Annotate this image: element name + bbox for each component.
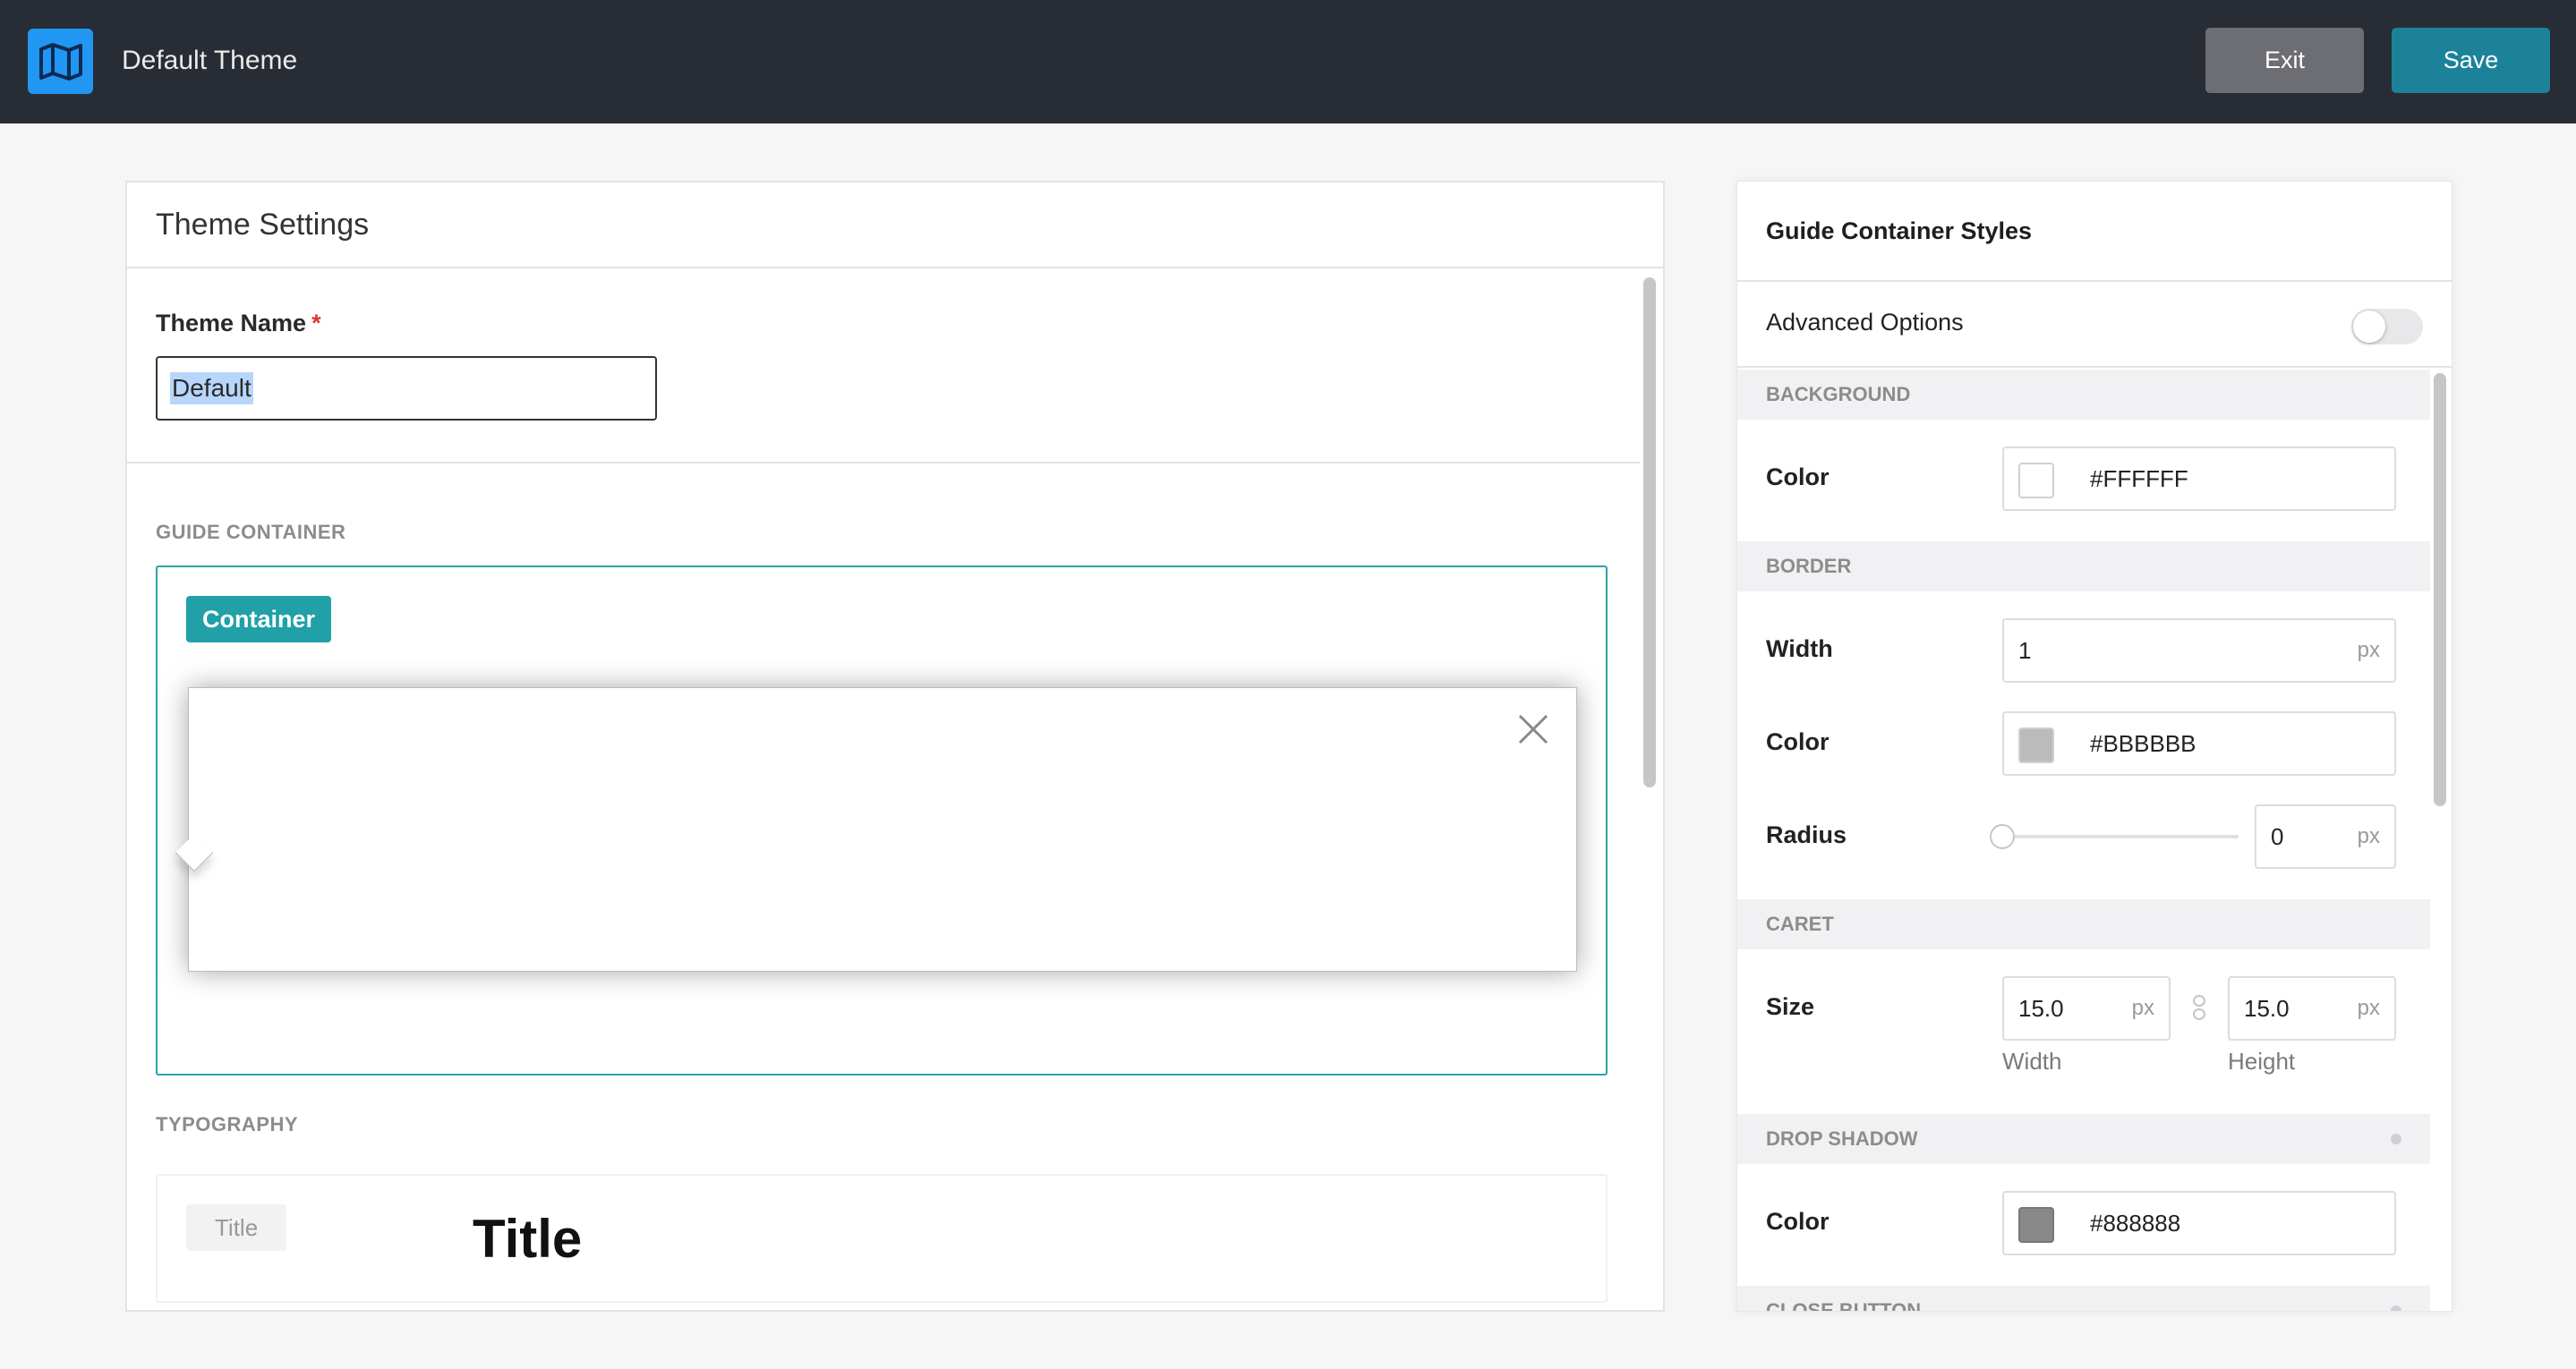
styles-panel-title: Guide Container Styles — [1766, 217, 2033, 244]
save-button[interactable]: Save — [2392, 28, 2550, 93]
theme-name-label-text: Theme Name — [156, 310, 307, 336]
theme-name-input[interactable]: Default — [156, 356, 657, 421]
border-width-label: Width — [1766, 635, 1833, 662]
border-color-value: #BBBBBB — [2090, 729, 2196, 757]
status-dot-icon — [2391, 1305, 2401, 1311]
styles-panel-header: Guide Container Styles — [1737, 182, 2452, 282]
theme-name-section: Theme Name * Default — [127, 268, 1640, 463]
section-drop-shadow: DROP SHADOW — [1737, 1114, 2430, 1164]
caret-height-input[interactable]: 15.0 px — [2228, 976, 2396, 1041]
section-border-label: BORDER — [1766, 555, 1852, 577]
typography-heading: TYPOGRAPHY — [156, 1113, 299, 1135]
border-radius-unit: px — [2357, 824, 2380, 848]
close-icon[interactable] — [1517, 713, 1549, 745]
status-dot-icon — [2391, 1134, 2401, 1144]
border-width-input[interactable]: 1 px — [2002, 618, 2396, 683]
border-color-label: Color — [1766, 728, 1830, 755]
section-close-button: CLOSE BUTTON — [1737, 1286, 2430, 1312]
radius-slider-knob[interactable] — [1990, 824, 2015, 849]
guide-container-preview[interactable]: Container — [156, 565, 1608, 1076]
caret-width-value: 15.0 — [2018, 994, 2064, 1022]
section-background-label: BACKGROUND — [1766, 383, 1911, 405]
advanced-options-label: Advanced Options — [1766, 309, 1964, 336]
caret-width-caption: Width — [2002, 1048, 2062, 1075]
theme-settings-title: Theme Settings — [156, 207, 370, 242]
border-width-value: 1 — [2018, 636, 2032, 664]
border-color-input[interactable]: #BBBBBB — [2002, 711, 2396, 776]
advanced-options-toggle[interactable] — [2351, 309, 2423, 344]
toggle-knob — [2353, 310, 2385, 343]
background-color-label: Color — [1766, 463, 1830, 490]
link-icon[interactable] — [2192, 994, 2206, 1021]
caret-width-unit: px — [2131, 996, 2154, 1020]
typography-row[interactable]: Title Title — [156, 1174, 1608, 1303]
color-swatch[interactable] — [2018, 463, 2054, 498]
theme-name-value: Default — [170, 372, 253, 404]
theme-settings-header: Theme Settings — [127, 183, 1663, 268]
caret-width-input[interactable]: 15.0 px — [2002, 976, 2171, 1041]
styles-panel: Guide Container Styles Advanced Options … — [1736, 181, 2452, 1312]
section-border: BORDER — [1737, 541, 2430, 591]
section-drop-shadow-label: DROP SHADOW — [1766, 1127, 1918, 1150]
guide-preview-card[interactable] — [188, 687, 1577, 972]
scrollbar[interactable] — [2434, 373, 2446, 806]
typography-sample: Title — [473, 1209, 583, 1269]
radius-slider-track[interactable] — [2002, 835, 2239, 838]
theme-settings-panel: Theme Settings Theme Name * Default GUIDE… — [125, 181, 1665, 1312]
top-bar: Default Theme Exit Save — [0, 0, 2576, 123]
page-title: Default Theme — [122, 46, 298, 75]
theme-name-label: Theme Name * — [156, 310, 321, 337]
caret-height-value: 15.0 — [2244, 994, 2290, 1022]
background-color-value: #FFFFFF — [2090, 464, 2188, 492]
border-radius-value: 0 — [2271, 822, 2284, 850]
section-caret-label: CARET — [1766, 913, 1834, 935]
shadow-color-input[interactable]: #888888 — [2002, 1191, 2396, 1255]
caret-size-label: Size — [1766, 993, 1815, 1020]
typography-chip[interactable]: Title — [186, 1204, 287, 1251]
caret-height-unit: px — [2357, 996, 2380, 1020]
section-caret: CARET — [1737, 899, 2430, 949]
map-icon[interactable] — [28, 29, 93, 94]
caret-height-caption: Height — [2228, 1048, 2296, 1075]
exit-button[interactable]: Exit — [2205, 28, 2364, 93]
section-close-button-label: CLOSE BUTTON — [1766, 1299, 1922, 1312]
color-swatch[interactable] — [2018, 727, 2054, 763]
scrollbar[interactable] — [1643, 277, 1656, 787]
shadow-color-value: #888888 — [2090, 1209, 2181, 1237]
guide-container-heading: GUIDE CONTAINER — [156, 521, 346, 543]
section-background: BACKGROUND — [1737, 370, 2430, 420]
border-width-unit: px — [2357, 638, 2380, 662]
container-chip[interactable]: Container — [186, 596, 332, 642]
required-mark: * — [311, 310, 321, 336]
advanced-options-row: Advanced Options — [1737, 282, 2452, 368]
background-color-input[interactable]: #FFFFFF — [2002, 446, 2396, 511]
border-radius-input[interactable]: 0 px — [2255, 804, 2396, 869]
color-swatch[interactable] — [2018, 1207, 2054, 1243]
shadow-color-label: Color — [1766, 1208, 1830, 1235]
